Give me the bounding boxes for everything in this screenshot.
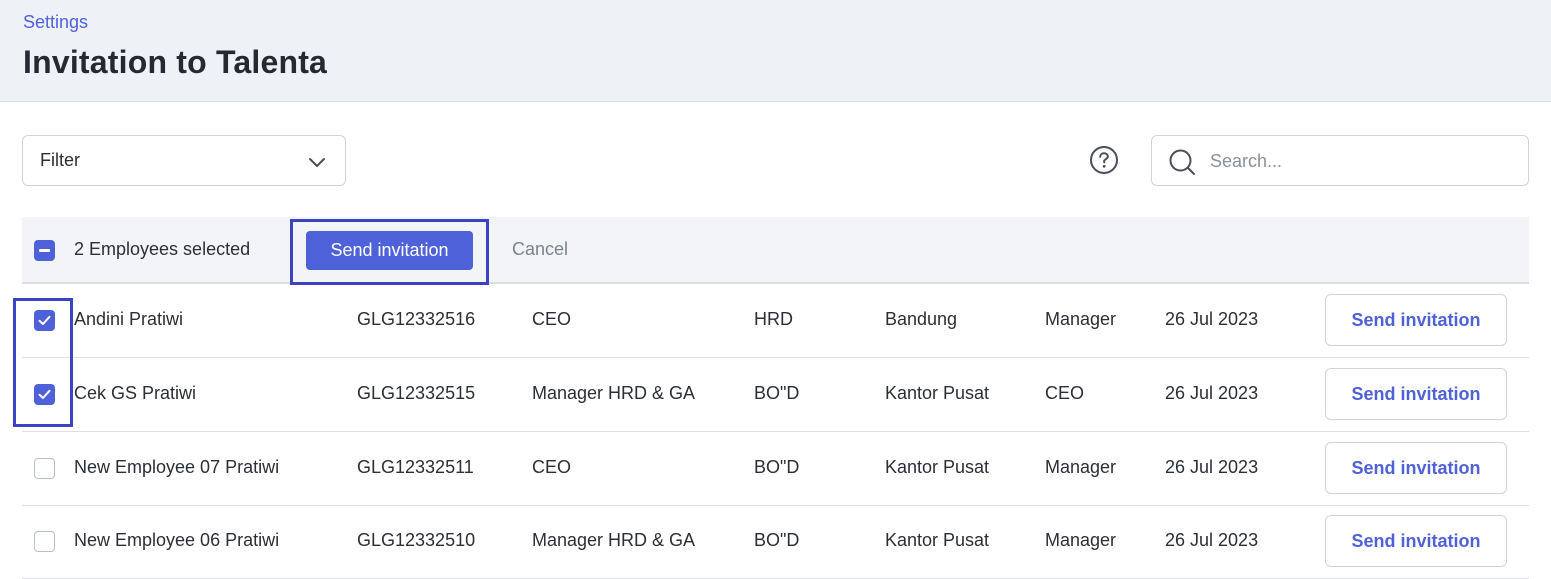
- filter-label: Filter: [40, 150, 80, 170]
- page-header: Settings Invitation to Talenta: [0, 0, 1551, 102]
- branch: Kantor Pusat: [885, 383, 990, 403]
- employee-id: GLG12332516: [357, 309, 476, 329]
- employee-name: Cek GS Pratiwi: [74, 383, 197, 403]
- breadcrumb-settings[interactable]: Settings: [23, 12, 88, 33]
- bulk-send-invitation-button[interactable]: Send invitation: [306, 231, 473, 270]
- employee-id: GLG12332515: [357, 383, 476, 403]
- send-invitation-button[interactable]: Send invitation: [1325, 515, 1507, 567]
- employee-id: GLG12332510: [357, 530, 476, 550]
- employee-name: New Employee 07 Pratiwi: [74, 457, 280, 477]
- branch: Kantor Pusat: [885, 457, 990, 477]
- table-row: New Employee 07 Pratiwi GLG12332511 CEO …: [22, 432, 1529, 506]
- employee-name: Andini Pratiwi: [74, 309, 184, 329]
- organization: HRD: [754, 309, 793, 329]
- join-date: 26 Jul 2023: [1165, 530, 1259, 550]
- filter-dropdown[interactable]: Filter: [22, 135, 346, 186]
- selected-checkboxes-highlight: [13, 298, 73, 427]
- bulk-action-bar: 2 Employees selected Send invitation Can…: [22, 217, 1529, 285]
- job-level: Manager: [1045, 457, 1117, 477]
- job-level: Manager: [1045, 309, 1117, 329]
- employee-id: GLG12332511: [357, 457, 474, 477]
- organization: BO"D: [754, 530, 800, 550]
- send-invitation-button[interactable]: Send invitation: [1325, 368, 1507, 420]
- send-invitation-button[interactable]: Send invitation: [1325, 442, 1507, 494]
- help-icon[interactable]: [1089, 145, 1119, 175]
- row-checkbox[interactable]: [34, 531, 55, 552]
- employee-name: New Employee 06 Pratiwi: [74, 530, 280, 550]
- send-invitation-button[interactable]: Send invitation: [1325, 294, 1507, 346]
- job-level: Manager: [1045, 530, 1117, 550]
- job-level: CEO: [1045, 383, 1085, 403]
- table-row: Cek GS Pratiwi GLG12332515 Manager HRD &…: [22, 358, 1529, 432]
- job-position: Manager HRD & GA: [532, 530, 696, 550]
- page-title: Invitation to Talenta: [23, 44, 328, 80]
- chevron-down-icon: [309, 158, 325, 167]
- row-checkbox[interactable]: [34, 458, 55, 479]
- selected-count: 2 Employees selected: [74, 239, 251, 259]
- table-row: Andini Pratiwi GLG12332516 CEO HRD Bandu…: [22, 284, 1529, 358]
- cancel-selection-button[interactable]: Cancel: [512, 239, 568, 260]
- join-date: 26 Jul 2023: [1165, 457, 1259, 477]
- search-box[interactable]: [1151, 135, 1529, 186]
- search-input[interactable]: [1210, 146, 1510, 176]
- job-position: CEO: [532, 309, 572, 329]
- branch: Bandung: [885, 309, 958, 329]
- search-icon: [1169, 149, 1195, 175]
- organization: BO"D: [754, 383, 800, 403]
- organization: BO"D: [754, 457, 800, 477]
- join-date: 26 Jul 2023: [1165, 383, 1259, 403]
- table-row: New Employee 06 Pratiwi GLG12332510 Mana…: [22, 505, 1529, 579]
- select-all-checkbox[interactable]: [34, 240, 55, 261]
- job-position: Manager HRD & GA: [532, 383, 696, 403]
- job-position: CEO: [532, 457, 572, 477]
- branch: Kantor Pusat: [885, 530, 990, 550]
- join-date: 26 Jul 2023: [1165, 309, 1259, 329]
